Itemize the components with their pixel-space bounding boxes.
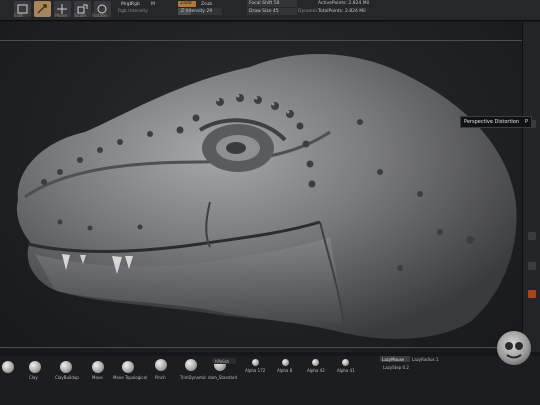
brush-claybuildup-icon[interactable] xyxy=(60,361,72,373)
rgb-toggle[interactable]: Rgb xyxy=(131,2,140,7)
z-intensity-slider[interactable]: Z Intensity 29 xyxy=(178,8,222,15)
alpha-42-icon[interactable] xyxy=(312,359,319,366)
lazymouse-label: LazyMouse xyxy=(382,357,405,362)
mode-label-scale: Scale xyxy=(74,14,87,19)
zbrush-logo xyxy=(497,331,531,365)
focal-shift-slider[interactable]: Focal Shift 58 xyxy=(247,0,297,7)
alpha-label-8: Alpha 8 xyxy=(277,368,293,373)
bottom-shelf: Clay ClayBuildup Move Move Topological P… xyxy=(0,356,540,405)
lazymouse-toggle[interactable]: LazyMouse xyxy=(380,356,410,362)
m-toggle[interactable]: M xyxy=(151,2,155,7)
tooltip-hotkey: P xyxy=(525,119,529,125)
brush-label-claybuildup: ClayBuildup xyxy=(55,375,79,380)
zbrush-screen: Edit Draw Move Scale Rotate Mrgb Rgb M R… xyxy=(0,0,540,405)
alpha-8-icon[interactable] xyxy=(282,359,289,366)
top-toolbar: Edit Draw Move Scale Rotate Mrgb Rgb M R… xyxy=(0,0,540,21)
lazy-radius-slider[interactable]: LazyRadius 1 xyxy=(412,357,438,362)
right-tray xyxy=(522,22,540,352)
xyz-button[interactable] xyxy=(528,290,536,298)
alpha-41-icon[interactable] xyxy=(342,359,349,366)
brush-label-trimdynamic: TrimDynamic xyxy=(180,375,207,380)
mode-label-edit: Edit xyxy=(14,14,23,19)
brush-label-dam-standard: dam_Standard xyxy=(208,375,238,380)
active-points-readout: ActivePoints: 2.824 Mil xyxy=(318,1,370,6)
alpha-label-41: Alpha 41 xyxy=(337,368,355,373)
alpha-label-42: Alpha 42 xyxy=(307,368,325,373)
brush-label-move: Move xyxy=(92,375,103,380)
total-points-readout: TotalPoints: 2.824 Mil xyxy=(318,9,366,14)
rgb-intensity-slider[interactable]: Rgb Intensity xyxy=(118,9,148,14)
brush-pinch-icon[interactable] xyxy=(155,359,167,371)
alpha-label-172: Alpha 172 xyxy=(245,368,266,373)
brush-label-clay: Clay xyxy=(29,375,38,380)
z-intensity-label: Z Intensity 29 xyxy=(181,9,213,14)
lazy-step-slider[interactable]: LazyStep 0.2 xyxy=(383,365,409,370)
zadd-label: Zadd xyxy=(180,1,192,6)
perspective-tooltip: Perspective Distortion P xyxy=(460,116,532,128)
tooltip-text: Perspective Distortion xyxy=(464,119,520,125)
local-button[interactable] xyxy=(528,262,536,270)
mode-label-draw: Draw xyxy=(35,14,47,19)
brush-move-topological-icon[interactable] xyxy=(122,361,134,373)
sculpt-viewport[interactable] xyxy=(0,22,524,352)
zadd-button[interactable]: Zadd xyxy=(178,1,196,7)
focal-shift-label: Focal Shift 58 xyxy=(249,1,280,6)
brush-hpolish-pad[interactable]: hPolish xyxy=(212,358,236,364)
mode-label-move: Move xyxy=(55,14,68,19)
alpha-172-icon[interactable] xyxy=(252,359,259,366)
floor-button[interactable] xyxy=(528,232,536,240)
skull-logo-icon xyxy=(505,342,523,359)
zsub-button[interactable]: Zsub xyxy=(201,2,212,7)
draw-size-slider[interactable]: Draw Size 45 xyxy=(247,8,297,15)
brush-label-hpolish: hPolish xyxy=(215,359,230,364)
mode-label-rotate: Rotate xyxy=(92,14,107,19)
brush-standard-icon[interactable] xyxy=(2,361,14,373)
dinosaur-head-sculpt[interactable] xyxy=(0,22,524,352)
brush-trimdynamic-icon[interactable] xyxy=(185,359,197,371)
brush-label-pinch: Pinch xyxy=(155,375,166,380)
brush-move-icon[interactable] xyxy=(92,361,104,373)
brush-label-move-topological: Move Topological xyxy=(113,375,148,380)
draw-size-label: Draw Size 45 xyxy=(249,9,279,14)
brush-clay-icon[interactable] xyxy=(29,361,41,373)
dynamic-toggle[interactable]: Dynamic xyxy=(298,9,318,14)
